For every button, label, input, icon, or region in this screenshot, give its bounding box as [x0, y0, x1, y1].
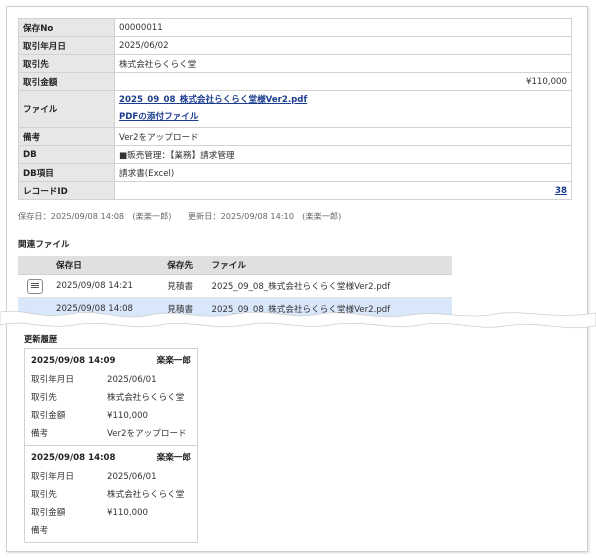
detail-label: レコードID	[18, 181, 115, 200]
history-field-value: 2025/06/01	[107, 472, 157, 482]
db-value: ■販売管理：【業務】請求管理	[114, 145, 572, 164]
history-field-key: 取引年月日	[31, 375, 74, 385]
history-field-value: 2025/06/01	[107, 375, 157, 385]
column-header-date: 保存日	[52, 256, 164, 275]
detail-label: 取引金額	[18, 72, 115, 91]
trade-date-value: 2025/06/02	[114, 36, 572, 55]
related-files-header: 保存日 保存先 ファイル	[18, 256, 452, 275]
history-entry: 2025/09/08 14:09 楽楽一郎 取引年月日 2025/06/01 取引…	[25, 349, 197, 445]
torn-edge-divider	[0, 310, 596, 329]
history-list: 2025/09/08 14:09 楽楽一郎 取引年月日 2025/06/01 取引…	[24, 348, 198, 543]
related-file: 2025_09_08_株式会社らくらく堂様Ver2.pdf	[207, 274, 452, 298]
history-field-key: 備考	[31, 526, 49, 536]
related-files-title: 関連ファイル	[18, 240, 70, 250]
related-dest: 見積書	[163, 274, 208, 298]
history-field: 取引金額 ¥110,000	[25, 407, 197, 425]
db-item-value: 請求書(Excel)	[114, 163, 572, 182]
record-id-cell: 38	[114, 181, 572, 200]
history-field-value: Ver2をアップロード	[107, 429, 187, 439]
history-datetime: 2025/09/08 14:09	[31, 356, 116, 366]
history-field-value: 株式会社らくらく堂	[107, 393, 185, 403]
save-no-value: 00000011	[114, 18, 572, 37]
record-id-link[interactable]: 38	[555, 186, 567, 196]
history-field: 取引先 株式会社らくらく堂	[25, 389, 197, 407]
detail-row-record-id: レコードID 38	[18, 181, 572, 200]
history-field: 取引年月日 2025/06/01	[25, 468, 197, 486]
detail-label: ファイル	[18, 90, 115, 128]
table-row[interactable]: 2025/09/08 14:21 見積書 2025_09_08_株式会社らくらく…	[18, 274, 452, 298]
detail-label: 備考	[18, 127, 115, 146]
detail-row-db: DB ■販売管理：【業務】請求管理	[18, 145, 572, 164]
amount-value: ¥110,000	[114, 72, 572, 91]
record-detail-table: 保存No 00000011 取引年月日 2025/06/02 取引先 株式会社ら…	[18, 18, 572, 200]
detail-row-trade-date: 取引年月日 2025/06/02	[18, 36, 572, 55]
detail-row-amount: 取引金額 ¥110,000	[18, 72, 572, 91]
detail-row-save-no: 保存No 00000011	[18, 18, 572, 37]
history-field-key: 取引金額	[31, 411, 66, 421]
column-header-blank	[18, 256, 52, 275]
detail-label: 保存No	[18, 18, 115, 37]
history-field-key: 備考	[31, 429, 49, 439]
history-user: 楽楽一郎	[156, 356, 191, 366]
partner-value: 株式会社らくらく堂	[114, 54, 572, 73]
history-datetime: 2025/09/08 14:08	[31, 453, 116, 463]
history-field-value: 株式会社らくらく堂	[107, 490, 185, 500]
detail-label: 取引先	[18, 54, 115, 73]
history-field-value: ¥110,000	[107, 508, 149, 518]
history-field: 取引金額 ¥110,000	[25, 504, 197, 522]
detail-label: DB	[18, 145, 115, 164]
history-field-key: 取引年月日	[31, 472, 74, 482]
pdf-attachment-link[interactable]: PDFの添付ファイル	[119, 112, 198, 122]
related-date: 2025/09/08 14:21	[52, 274, 164, 298]
document-icon[interactable]	[27, 278, 43, 294]
history-user: 楽楽一郎	[156, 453, 191, 463]
detail-row-file: ファイル 2025_09_08_株式会社らくらく堂様Ver2.pdf PDFの添…	[18, 90, 572, 128]
row-icon-cell[interactable]	[18, 274, 52, 298]
history-field: 取引先 株式会社らくらく堂	[25, 486, 197, 504]
column-header-file: ファイル	[207, 256, 452, 275]
column-header-dest: 保存先	[163, 256, 208, 275]
history-field-value: ¥110,000	[107, 411, 149, 421]
history-entry-header: 2025/09/08 14:09 楽楽一郎	[25, 352, 197, 371]
detail-row-partner: 取引先 株式会社らくらく堂	[18, 54, 572, 73]
note-value: Ver2をアップロード	[114, 127, 572, 146]
history-entry-header: 2025/09/08 14:08 楽楽一郎	[25, 449, 197, 468]
history-title: 更新履歴	[24, 334, 58, 344]
save-update-meta: 保存日：2025/09/08 14:08 (楽楽一郎) 更新日：2025/09/…	[18, 211, 342, 221]
file-download-link[interactable]: 2025_09_08_株式会社らくらく堂様Ver2.pdf	[119, 95, 307, 105]
history-field: 取引年月日 2025/06/01	[25, 371, 197, 389]
history-field-key: 取引金額	[31, 508, 66, 518]
history-field-key: 取引先	[31, 490, 57, 500]
history-field-key: 取引先	[31, 393, 57, 403]
detail-row-note: 備考 Ver2をアップロード	[18, 127, 572, 146]
history-entry: 2025/09/08 14:08 楽楽一郎 取引年月日 2025/06/01 取引…	[25, 445, 197, 542]
detail-label: DB項目	[18, 163, 115, 182]
detail-label: 取引年月日	[18, 36, 115, 55]
file-value: 2025_09_08_株式会社らくらく堂様Ver2.pdf PDFの添付ファイル	[114, 90, 572, 128]
detail-row-db-item: DB項目 請求書(Excel)	[18, 163, 572, 182]
history-field: 備考	[25, 522, 197, 540]
history-field: 備考 Ver2をアップロード	[25, 425, 197, 443]
